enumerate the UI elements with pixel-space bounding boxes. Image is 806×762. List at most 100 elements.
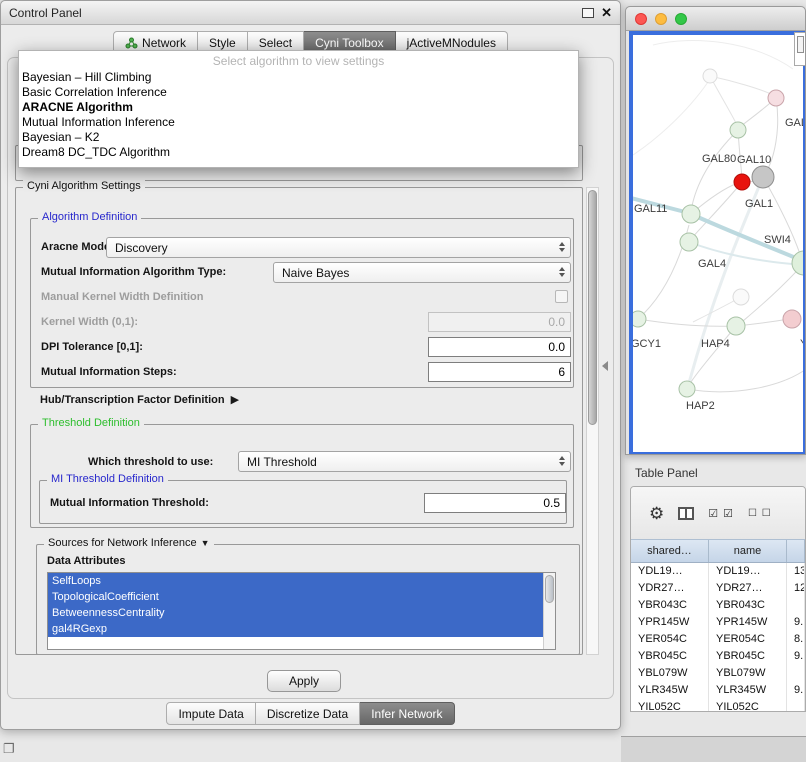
network-node[interactable] bbox=[768, 90, 784, 106]
dropdown-item[interactable]: Bayesian – Hill Climbing bbox=[19, 70, 578, 85]
combo-arrows-icon bbox=[559, 242, 565, 252]
list-item[interactable]: BetweennessCentrality bbox=[48, 605, 543, 621]
table-row[interactable]: YBR045CYBR045C9. bbox=[631, 648, 805, 665]
zoom-traffic-light[interactable] bbox=[675, 13, 687, 25]
table-row[interactable]: YER054CYER054C8. bbox=[631, 631, 805, 648]
table-cell[interactable]: YER054C bbox=[631, 631, 709, 648]
select-all-icon[interactable]: ☑ ☑ bbox=[708, 507, 734, 520]
network-node[interactable] bbox=[752, 166, 774, 188]
network-node[interactable] bbox=[679, 381, 695, 397]
table-cell[interactable]: YPR145W bbox=[631, 614, 709, 631]
table-cell[interactable]: YBL079W bbox=[631, 665, 709, 682]
table-cell[interactable]: YLR345W bbox=[631, 682, 709, 699]
sources-legend[interactable]: Sources for Network Inference ▼ bbox=[44, 537, 214, 549]
table-cell[interactable]: YIL052C bbox=[631, 699, 709, 711]
table-cell[interactable]: YBL079W bbox=[709, 665, 787, 682]
which-threshold-select[interactable]: MI Threshold bbox=[238, 451, 571, 472]
network-canvas-svg[interactable]: GALGAL80GAL10GAL11GAL1SWI4GAL4GCY1HAP4HA… bbox=[633, 35, 803, 452]
column-header[interactable]: shared… bbox=[631, 540, 709, 562]
dropdown-item[interactable]: Basic Correlation Inference bbox=[19, 85, 578, 100]
table-cell[interactable]: YDL19… bbox=[709, 563, 787, 580]
apply-button[interactable]: Apply bbox=[267, 670, 341, 692]
deselect-all-icon[interactable]: ☐ ☐ bbox=[748, 508, 772, 519]
network-scrollbar-stub[interactable] bbox=[794, 32, 806, 66]
mi-algorithm-type-select[interactable]: Naive Bayes bbox=[273, 262, 571, 283]
table-row[interactable]: YPR145WYPR145W9. bbox=[631, 614, 805, 631]
table-row[interactable]: YBR043CYBR043C bbox=[631, 597, 805, 614]
table-cell[interactable]: YBR043C bbox=[631, 597, 709, 614]
network-node[interactable] bbox=[703, 69, 717, 83]
table-row[interactable]: YDL19…YDL19…13 bbox=[631, 563, 805, 580]
network-node[interactable] bbox=[680, 233, 698, 251]
table-cell[interactable] bbox=[787, 699, 805, 711]
manual-kernel-width-checkbox[interactable] bbox=[555, 290, 568, 303]
network-node[interactable] bbox=[783, 310, 801, 328]
table-cell[interactable] bbox=[787, 597, 805, 614]
network-node[interactable] bbox=[792, 251, 803, 275]
network-node[interactable] bbox=[733, 289, 749, 305]
float-window-icon[interactable] bbox=[582, 8, 594, 18]
list-item[interactable]: gal4RGexp bbox=[48, 621, 543, 637]
column-header[interactable] bbox=[787, 540, 805, 562]
panel-collapse-handle[interactable] bbox=[602, 361, 608, 371]
tab-label: Select bbox=[259, 36, 292, 50]
table-cell[interactable]: 9. bbox=[787, 648, 805, 665]
data-attributes-list[interactable]: SelfLoops TopologicalCoefficient Between… bbox=[47, 572, 556, 650]
tab-label: Infer Network bbox=[371, 707, 442, 721]
network-node[interactable] bbox=[734, 174, 750, 190]
table-cell[interactable]: YBR043C bbox=[709, 597, 787, 614]
dropdown-item[interactable]: Bayesian – K2 bbox=[19, 130, 578, 145]
table-cell[interactable]: YDL19… bbox=[631, 563, 709, 580]
dropdown-item-selected[interactable]: ARACNE Algorithm bbox=[19, 100, 578, 115]
table-cell[interactable]: YBR045C bbox=[709, 648, 787, 665]
column-header[interactable]: name bbox=[709, 540, 787, 562]
mi-steps-input[interactable] bbox=[428, 362, 571, 382]
list-item[interactable]: TopologicalCoefficient bbox=[48, 589, 543, 605]
network-window-titlebar bbox=[626, 7, 805, 31]
dock-corner-icon[interactable]: ❐ bbox=[3, 741, 15, 757]
bottom-panel-strip bbox=[621, 736, 806, 762]
table-cell[interactable]: YLR345W bbox=[709, 682, 787, 699]
table-row[interactable]: YBL079WYBL079W bbox=[631, 665, 805, 682]
table-row[interactable]: YLR345WYLR345W9. bbox=[631, 682, 805, 699]
close-icon[interactable]: ✕ bbox=[601, 7, 612, 19]
mi-threshold-definition-group: MI Threshold Definition Mutual Informati… bbox=[39, 480, 567, 524]
mi-threshold-input[interactable] bbox=[424, 493, 566, 513]
minimize-traffic-light[interactable] bbox=[655, 13, 667, 25]
table-cell[interactable]: YER054C bbox=[709, 631, 787, 648]
network-node[interactable] bbox=[682, 205, 700, 223]
table-cell[interactable]: YIL052C bbox=[709, 699, 787, 711]
dropdown-item[interactable]: Mutual Information Inference bbox=[19, 115, 578, 130]
network-node[interactable] bbox=[727, 317, 745, 335]
settings-scrollbar-thumb[interactable] bbox=[588, 190, 597, 425]
column-view-icon[interactable] bbox=[678, 507, 694, 520]
tab-impute-data[interactable]: Impute Data bbox=[166, 702, 255, 725]
table-cell[interactable]: YPR145W bbox=[709, 614, 787, 631]
table-cell[interactable]: 8. bbox=[787, 631, 805, 648]
list-scrollbar[interactable] bbox=[543, 573, 555, 649]
hub-definition-section[interactable]: Hub/Transcription Factor Definition ▶ bbox=[40, 393, 239, 406]
table-cell[interactable]: 12 bbox=[787, 580, 805, 597]
table-cell[interactable]: YDR27… bbox=[709, 580, 787, 597]
list-item[interactable]: SelfLoops bbox=[48, 573, 543, 589]
list-scrollbar-thumb[interactable] bbox=[545, 575, 554, 603]
settings-scrollbar[interactable] bbox=[586, 187, 599, 655]
aracne-mode-select[interactable]: Discovery bbox=[106, 237, 571, 258]
table-cell[interactable]: 9. bbox=[787, 614, 805, 631]
table-row[interactable]: YDR27…YDR27…12 bbox=[631, 580, 805, 597]
network-node[interactable] bbox=[730, 122, 746, 138]
dpi-tolerance-input[interactable] bbox=[428, 337, 571, 357]
gear-icon[interactable]: ⚙ bbox=[649, 505, 664, 522]
dropdown-item[interactable]: Dream8 DC_TDC Algorithm bbox=[19, 145, 578, 160]
table-cell[interactable] bbox=[787, 665, 805, 682]
tab-infer-network[interactable]: Infer Network bbox=[360, 702, 454, 725]
table-cell[interactable]: 9. bbox=[787, 682, 805, 699]
tab-discretize-data[interactable]: Discretize Data bbox=[256, 702, 360, 725]
network-node[interactable] bbox=[633, 311, 646, 327]
table-cell[interactable]: 13 bbox=[787, 563, 805, 580]
table-cell[interactable]: YDR27… bbox=[631, 580, 709, 597]
table-row[interactable]: YIL052CYIL052C bbox=[631, 699, 805, 711]
kernel-width-input[interactable] bbox=[428, 312, 571, 332]
table-cell[interactable]: YBR045C bbox=[631, 648, 709, 665]
close-traffic-light[interactable] bbox=[635, 13, 647, 25]
